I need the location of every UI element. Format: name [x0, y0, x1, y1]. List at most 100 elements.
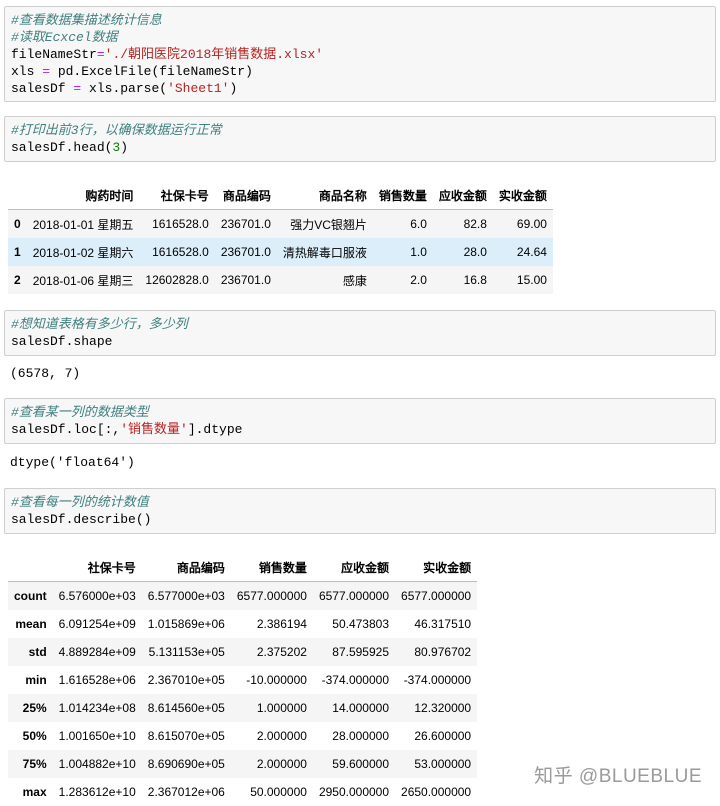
code-cell-read-excel[interactable]: #查看数据集描述统计信息 #读取Ecxcel数据 fileNameStr='./朝阳…	[4, 6, 716, 102]
table-cell: 5.131153e+05	[148, 645, 225, 659]
table-cell: 24.64	[516, 245, 547, 259]
table-cell: 6.577000e+03	[147, 589, 225, 603]
code-token: salesDf	[11, 81, 74, 96]
table-cell: -374.000000	[403, 673, 472, 687]
code-token: salesDf.describe()	[11, 512, 152, 527]
table-cell: 6577.000000	[318, 589, 390, 603]
code-token: xls.parse(	[81, 81, 168, 96]
column-header: 实收金额	[492, 181, 553, 210]
table-cell: 1.015869e+06	[147, 617, 225, 631]
table-cell: 6.576000e+03	[58, 589, 136, 603]
row-index: 1	[14, 245, 21, 259]
table-cell: 8.614560e+05	[147, 701, 225, 715]
dtype-output: dtype('float64')	[10, 455, 135, 470]
code-token: fileNameStr	[11, 47, 97, 62]
code-token: ].dtype	[187, 422, 243, 437]
code-token: xls	[11, 64, 43, 79]
code-line: salesDf.describe()	[11, 511, 709, 528]
table-cell: 1.616528e+06	[58, 673, 136, 687]
row-index: 75%	[22, 757, 47, 771]
code-line: salesDf.head(3)	[11, 139, 709, 156]
row-index: 50%	[22, 729, 47, 743]
column-header: 购药时间	[26, 181, 140, 210]
table-row: std 4.889284e+09 5.131153e+05 2.375202 87.59…	[8, 638, 478, 666]
row-index: max	[22, 785, 47, 799]
table-row: 50% 1.001650e+10 8.615070e+05 2.000000 28.00…	[8, 722, 477, 750]
watermark: 知乎 @BLUEBLUE	[534, 766, 702, 787]
row-index: 0	[14, 217, 21, 231]
head-dataframe-table: 购药时间 社保卡号 商品编码 商品名称 销售数量 应收金额 实收金额 0 2018-01-01 …	[8, 181, 553, 294]
table-cell: 69.00	[516, 217, 547, 231]
table-cell: 28.000000	[332, 729, 390, 743]
code-comment-line: #查看数据集描述统计信息	[11, 13, 162, 28]
table-cell: 6.0	[410, 217, 427, 231]
column-header: 实收金额	[395, 553, 478, 582]
code-line: fileNameStr='./朝阳医院2018年销售数据.xlsx'	[11, 46, 709, 63]
code-line: salesDf.shape	[11, 333, 709, 350]
column-header: 社保卡号	[139, 181, 215, 210]
code-token: salesDf.head(	[11, 140, 113, 155]
table-cell: 强力VC银翘片	[290, 217, 367, 232]
code-token: salesDf.loc[:,	[11, 422, 121, 437]
table-cell: 236701.0	[220, 273, 271, 287]
code-cell-head[interactable]: #打印出前3行，以确保数据运行正常 salesDf.head(3)	[4, 116, 716, 162]
table-row: max 1.283612e+10 2.367012e+06 50.000000 2950…	[8, 778, 477, 806]
code-line: salesDf.loc[:,'销售数量'].dtype	[11, 421, 709, 438]
row-index: 25%	[22, 701, 47, 715]
column-header: 应收金额	[432, 181, 493, 210]
table-cell: 1616528.0	[152, 217, 209, 231]
column-header: 社保卡号	[52, 553, 142, 582]
table-cell: 1.000000	[256, 701, 307, 715]
table-cell: 1616528.0	[152, 245, 209, 259]
table-cell: 8.615070e+05	[147, 729, 225, 743]
code-comment-line: #查看每一列的统计数值	[11, 495, 149, 510]
table-cell: 1.0	[410, 245, 427, 259]
code-comment-line: #想知道表格有多少行，多少列	[11, 317, 188, 332]
table-row: 25% 1.014234e+08 8.614560e+05 1.000000 14.00…	[8, 694, 478, 722]
table-row: min 1.616528e+06 2.367010e+05 -10.000000 -37…	[8, 666, 477, 694]
code-token: 'Sheet1'	[167, 81, 230, 96]
column-header: 商品编码	[141, 553, 231, 582]
table-cell: 6577.000000	[401, 589, 472, 603]
code-comment-line: #打印出前3行，以确保数据运行正常	[11, 123, 222, 138]
table-cell: 2018-01-01 星期五	[32, 217, 134, 232]
column-header	[8, 181, 27, 210]
code-line: xls = pd.ExcelFile(fileNameStr)	[11, 63, 709, 80]
table-row: count 6.576000e+03 6.577000e+03 6577.000000…	[8, 581, 478, 610]
table-cell: 2.000000	[256, 757, 307, 771]
table-row: 2 2018-01-06 星期三 12602828.0 236701.0 感康 2.0 16…	[8, 266, 553, 294]
code-cell-shape[interactable]: #想知道表格有多少行，多少列 salesDf.shape	[4, 310, 716, 356]
table-cell: 46.317510	[414, 617, 472, 631]
table-cell: 2018-01-02 星期六	[32, 245, 134, 260]
table-cell: 12602828.0	[145, 273, 209, 287]
table-cell: 6.091254e+09	[58, 617, 136, 631]
table-row: mean 6.091254e+09 1.015869e+06 2.386194 50.4…	[8, 610, 477, 638]
table-cell: 2.375202	[256, 645, 307, 659]
table-cell: 2.367010e+05	[147, 673, 225, 687]
table-cell: 1.001650e+10	[58, 729, 136, 743]
table-row: 1 2018-01-02 星期六 1616528.0 236701.0 清热解毒口服液 1…	[8, 238, 553, 266]
table-cell: 清热解毒口服液	[282, 245, 367, 260]
code-cell-describe[interactable]: #查看每一列的统计数值 salesDf.describe()	[4, 488, 716, 534]
table-cell: 26.600000	[414, 729, 472, 743]
table-cell: -10.000000	[246, 673, 307, 687]
row-index: count	[14, 589, 47, 603]
describe-dataframe-table: 社保卡号 商品编码 销售数量 应收金额 实收金额 count 6.576000e+03 6.5…	[8, 553, 478, 806]
table-cell: 2.0	[410, 273, 427, 287]
code-token: )	[229, 81, 238, 96]
code-token: './朝阳医院2018年销售数据.xlsx'	[104, 47, 324, 62]
code-cell-dtype[interactable]: #查看某一列的数据类型 salesDf.loc[:,'销售数量'].dtype	[4, 398, 716, 444]
row-index: mean	[15, 617, 47, 631]
table-cell: 1.014234e+08	[58, 701, 136, 715]
table-cell: 53.000000	[414, 757, 472, 771]
row-index: 2	[14, 273, 21, 287]
table-cell: 12.320000	[414, 701, 472, 715]
code-comment-line: #读取Ecxcel数据	[11, 30, 118, 45]
table-cell: 87.595925	[332, 645, 390, 659]
column-header: 商品名称	[276, 181, 373, 210]
row-index: std	[28, 645, 47, 659]
row-index: min	[25, 673, 47, 687]
code-token: =	[96, 47, 105, 62]
table-cell: 15.00	[516, 273, 547, 287]
column-header: 销售数量	[230, 553, 313, 582]
